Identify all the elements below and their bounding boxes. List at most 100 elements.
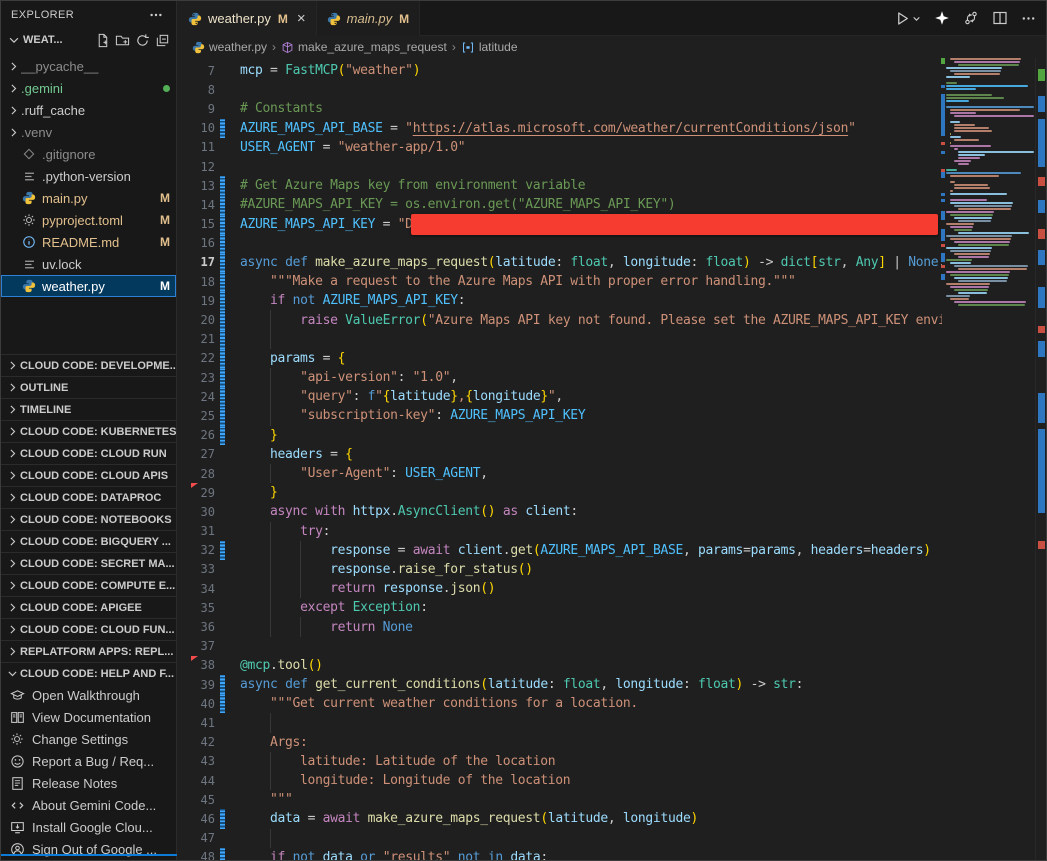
line-number[interactable]: 18 <box>178 275 215 289</box>
line-number[interactable]: 33 <box>178 562 215 576</box>
line-number[interactable]: 14 <box>178 198 215 212</box>
tree-item--pycache-[interactable]: __pycache__ <box>1 55 176 77</box>
line-number[interactable]: 36 <box>178 620 215 634</box>
help-item-view-documentation[interactable]: View Documentation <box>1 706 176 728</box>
tree-item--gitignore[interactable]: .gitignore <box>1 143 176 165</box>
line-number[interactable]: 46 <box>178 812 215 826</box>
tree-item-uv-lock[interactable]: uv.lock <box>1 253 176 275</box>
line-number[interactable]: 26 <box>178 428 215 442</box>
open-changes-button[interactable] <box>963 10 979 26</box>
minimap[interactable] <box>946 58 1036 860</box>
line-number[interactable]: 34 <box>178 582 215 596</box>
line-number[interactable]: 43 <box>178 754 215 768</box>
line-number[interactable]: 17 <box>178 255 215 269</box>
code-line-14[interactable]: 14#AZURE_MAPS_API_KEY = os.environ.get("… <box>178 195 942 214</box>
tree-item--ruff-cache[interactable]: .ruff_cache <box>1 99 176 121</box>
breadcrumb-symbol[interactable]: make_azure_maps_request <box>281 40 447 54</box>
line-number[interactable]: 39 <box>178 678 215 692</box>
code-line-13[interactable]: 13# Get Azure Maps key from environment … <box>178 176 942 195</box>
code-line-48[interactable]: 48 if not data or "results" not in data: <box>178 848 942 860</box>
code-line-20[interactable]: 20 raise ValueError("Azure Maps API key … <box>178 310 942 329</box>
tree-item-main-py[interactable]: main.pyM <box>1 187 176 209</box>
code-editor[interactable]: 7mcp = FastMCP("weather")89# Constants10… <box>178 58 1046 860</box>
help-item-release-notes[interactable]: Release Notes <box>1 772 176 794</box>
code-line-29[interactable]: 29 } <box>178 483 942 502</box>
code-line-8[interactable]: 8 <box>178 80 942 99</box>
tree-item--venv[interactable]: .venv <box>1 121 176 143</box>
line-number[interactable]: 37 <box>178 639 215 653</box>
line-number[interactable]: 45 <box>178 793 215 807</box>
code-line-46[interactable]: 46 data = await make_azure_maps_request(… <box>178 809 942 828</box>
line-number[interactable]: 42 <box>178 735 215 749</box>
line-number[interactable]: 10 <box>178 121 215 135</box>
code-line-26[interactable]: 26 } <box>178 426 942 445</box>
refresh-button[interactable] <box>132 30 152 50</box>
line-number[interactable]: 8 <box>178 83 215 97</box>
line-number[interactable]: 31 <box>178 524 215 538</box>
code-line-47[interactable]: 47 <box>178 829 942 848</box>
code-line-28[interactable]: 28 "User-Agent": USER_AGENT, <box>178 464 942 483</box>
section-cloud-code-compute-e-[interactable]: CLOUD CODE: COMPUTE E... <box>1 574 176 596</box>
line-number[interactable]: 20 <box>178 313 215 327</box>
code-line-44[interactable]: 44 longitude: Longitude of the location <box>178 771 942 790</box>
line-number[interactable]: 9 <box>178 102 215 116</box>
tab-close-icon[interactable]: × <box>297 11 306 26</box>
help-item-about-gemini-code-[interactable]: About Gemini Code... <box>1 794 176 816</box>
collapse-folders-button[interactable] <box>152 30 172 50</box>
code-line-16[interactable]: 16 <box>178 234 942 253</box>
new-folder-button[interactable] <box>112 30 132 50</box>
line-number[interactable]: 12 <box>178 160 215 174</box>
line-number[interactable]: 40 <box>178 697 215 711</box>
code-area[interactable]: 7mcp = FastMCP("weather")89# Constants10… <box>178 61 942 860</box>
code-line-31[interactable]: 31 try: <box>178 522 942 541</box>
gemini-sparkle-button[interactable] <box>934 10 950 26</box>
code-line-17[interactable]: 17async def make_azure_maps_request(lati… <box>178 253 942 272</box>
line-number[interactable]: 23 <box>178 371 215 385</box>
code-line-9[interactable]: 9# Constants <box>178 99 942 118</box>
line-number[interactable]: 7 <box>178 64 215 78</box>
code-line-18[interactable]: 18 """Make a request to the Azure Maps A… <box>178 272 942 291</box>
code-line-37[interactable]: 37 <box>178 637 942 656</box>
workspace-pane-header[interactable]: WEAT... <box>1 28 176 52</box>
help-item-report-a-bug-req-[interactable]: Report a Bug / Req... <box>1 750 176 772</box>
code-line-42[interactable]: 42 Args: <box>178 733 942 752</box>
code-line-45[interactable]: 45 """ <box>178 790 942 809</box>
line-number[interactable]: 16 <box>178 236 215 250</box>
section-cloud-code-kubernetes[interactable]: CLOUD CODE: KUBERNETES <box>1 420 176 442</box>
breadcrumb-file[interactable]: weather.py <box>192 40 267 54</box>
code-line-19[interactable]: 19 if not AZURE_MAPS_API_KEY: <box>178 291 942 310</box>
line-number[interactable]: 30 <box>178 505 215 519</box>
help-item-open-walkthrough[interactable]: Open Walkthrough <box>1 684 176 706</box>
tree-item-readme-md[interactable]: README.mdM <box>1 231 176 253</box>
code-line-10[interactable]: 10AZURE_MAPS_API_BASE = "https://atlas.m… <box>178 119 942 138</box>
run-python-file-button[interactable] <box>894 10 921 27</box>
tree-item--gemini[interactable]: .gemini <box>1 77 176 99</box>
section-cloud-code-apigee[interactable]: CLOUD CODE: APIGEE <box>1 596 176 618</box>
code-line-7[interactable]: 7mcp = FastMCP("weather") <box>178 61 942 80</box>
code-line-11[interactable]: 11USER_AGENT = "weather-app/1.0" <box>178 138 942 157</box>
code-line-36[interactable]: 36 return None <box>178 617 942 636</box>
section-cloud-code-cloud-apis[interactable]: CLOUD CODE: CLOUD APIS <box>1 464 176 486</box>
line-number[interactable]: 35 <box>178 601 215 615</box>
code-line-39[interactable]: 39async def get_current_conditions(latit… <box>178 675 942 694</box>
section-cloud-code-developme-[interactable]: CLOUD CODE: DEVELOPME... <box>1 354 176 376</box>
line-number[interactable]: 24 <box>178 390 215 404</box>
line-number[interactable]: 27 <box>178 447 215 461</box>
explorer-more-button[interactable] <box>146 5 166 25</box>
section-cloud-code-cloud-fun-[interactable]: CLOUD CODE: CLOUD FUN... <box>1 618 176 640</box>
code-line-27[interactable]: 27 headers = { <box>178 445 942 464</box>
line-number[interactable]: 11 <box>178 140 215 154</box>
overview-ruler[interactable] <box>1035 58 1046 860</box>
code-line-32[interactable]: 32 response = await client.get(AZURE_MAP… <box>178 541 942 560</box>
code-line-21[interactable]: 21 <box>178 330 942 349</box>
line-number[interactable]: 19 <box>178 294 215 308</box>
tree-item-weather-py[interactable]: weather.pyM <box>1 275 176 297</box>
tab-main-py[interactable]: main.py M <box>317 1 421 36</box>
section-cloud-code-cloud-run[interactable]: CLOUD CODE: CLOUD RUN <box>1 442 176 464</box>
code-line-41[interactable]: 41 <box>178 713 942 732</box>
code-line-34[interactable]: 34 return response.json() <box>178 579 942 598</box>
line-number[interactable]: 48 <box>178 850 215 860</box>
tab-weather-py[interactable]: weather.py M × <box>178 1 317 36</box>
code-line-35[interactable]: 35 except Exception: <box>178 598 942 617</box>
line-number[interactable]: 28 <box>178 467 215 481</box>
